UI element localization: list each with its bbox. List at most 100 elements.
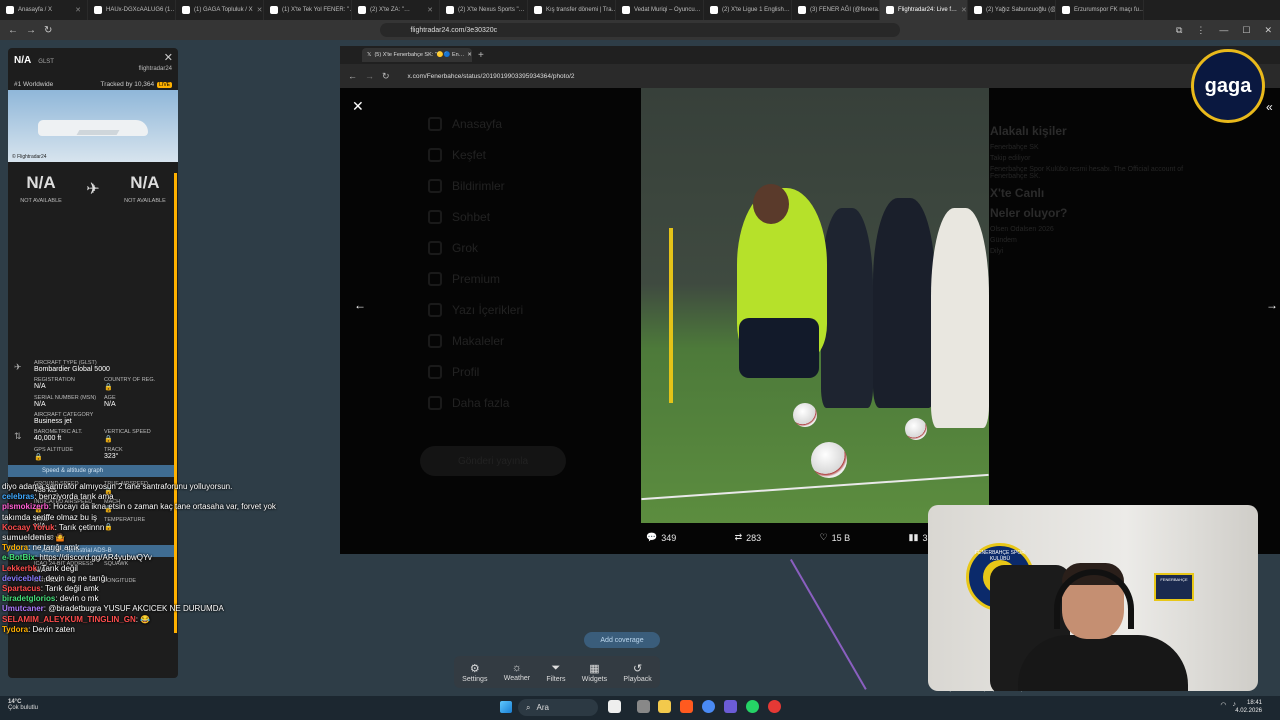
- chat-username[interactable]: Lekkerbk: [2, 564, 37, 573]
- chat-username[interactable]: Tydora: [2, 625, 28, 634]
- x-menu-item[interactable]: Profil: [428, 356, 598, 387]
- url-field[interactable]: flightradar24.com/3e30320c: [380, 23, 901, 37]
- tweet-photo[interactable]: [641, 88, 989, 523]
- chat-username[interactable]: Umutcaner: [2, 604, 44, 613]
- browser-tab[interactable]: flag-iconKış transfer dönemi | Tra…✕: [528, 0, 616, 20]
- browser-tab[interactable]: radar-icon Flightradar24: Live f…✕: [880, 0, 968, 20]
- widgets-button[interactable]: ▦ Widgets: [582, 662, 607, 683]
- minimize-icon[interactable]: —: [1219, 25, 1228, 36]
- new-tab-icon[interactable]: +: [478, 50, 484, 61]
- settings-button[interactable]: ⚙ Settings: [462, 662, 487, 683]
- weather-widget[interactable]: 14°C Çok bulutlu: [8, 699, 38, 711]
- terminal-icon[interactable]: [637, 700, 650, 713]
- chat-username[interactable]: e-BotBix: [2, 553, 35, 562]
- chrome-icon[interactable]: [702, 700, 715, 713]
- browser-tab[interactable]: x-icon(2) Yağız Sabuncuoğlu (@…✕: [968, 0, 1056, 20]
- close-icon[interactable]: ✕: [164, 51, 173, 64]
- discord-icon[interactable]: [724, 700, 737, 713]
- reload-icon[interactable]: ↻: [382, 71, 390, 82]
- prev-photo-icon[interactable]: ←: [354, 298, 366, 312]
- playback-button[interactable]: ↺ Playback: [623, 662, 651, 683]
- x-menu-item[interactable]: Keşfet: [428, 139, 598, 170]
- close-tab-icon[interactable]: ✕: [75, 6, 81, 14]
- close-window-icon[interactable]: ✕: [1264, 25, 1272, 36]
- folder-icon[interactable]: [658, 700, 671, 713]
- related-account[interactable]: Fenerbahçe SK: [990, 144, 1190, 151]
- x-tab[interactable]: 𝕏 (5) X'te Fenerbahçe SK: "🟡🔵 En… ✕: [362, 48, 472, 62]
- route-summary: N/A NOT AVAILABLE ✈ N/A NOT AVAILABLE: [8, 162, 178, 212]
- wifi-icon[interactable]: ◠: [1220, 701, 1226, 709]
- menu-icon[interactable]: ⋮: [1196, 25, 1205, 36]
- back-icon[interactable]: ←: [348, 71, 357, 81]
- chat-username[interactable]: celebras: [2, 492, 34, 501]
- speed-graph-toggle[interactable]: Speed & altitude graph: [8, 465, 174, 477]
- flag-icon: flag-icon: [622, 6, 630, 14]
- browser-tab[interactable]: x-icon (1) GAGA Topluluk / X ✕: [176, 0, 264, 20]
- trend-item[interactable]: Olsen Odalsen 2026: [990, 226, 1190, 233]
- like-button[interactable]: ♡ 15 B: [820, 532, 851, 543]
- x-menu-item[interactable]: Sohbet: [428, 201, 598, 232]
- whatsapp-icon[interactable]: [746, 700, 759, 713]
- trend-item[interactable]: Gündem: [990, 237, 1190, 244]
- start-button[interactable]: [500, 701, 512, 713]
- close-tab-icon[interactable]: ✕: [467, 52, 472, 58]
- close-tab-icon[interactable]: ✕: [427, 6, 433, 14]
- maximize-icon[interactable]: ☐: [1242, 25, 1250, 36]
- post-button[interactable]: Gönderi yayınla: [420, 446, 566, 476]
- close-tab-icon[interactable]: ✕: [961, 6, 967, 14]
- browser-tab[interactable]: flag-iconVedat Muriqi – Oyuncu…✕: [616, 0, 704, 20]
- file-explorer-icon[interactable]: [608, 700, 621, 713]
- browser-tab[interactable]: x-icon(1) X'te Tek Yol FENER: "…✕: [264, 0, 352, 20]
- add-coverage-button[interactable]: Add coverage: [584, 632, 660, 648]
- chat-username[interactable]: SELAMIM_ALEYKUM_TINGLIN_GN: [2, 615, 136, 624]
- back-icon[interactable]: ←: [8, 25, 18, 36]
- close-tab-icon[interactable]: ✕: [257, 6, 263, 14]
- chat-username[interactable]: sumueldenis: [2, 533, 51, 542]
- x-menu-item[interactable]: Anasayfa: [428, 108, 598, 139]
- fr-toolbar: ⚙ Settings ☼ Weather ⏷ Filters ▦ Widgets ↺ Playba…: [454, 656, 660, 688]
- chat-username[interactable]: Tydora: [2, 543, 28, 552]
- brave-icon[interactable]: [680, 700, 693, 713]
- aircraft-photo[interactable]: © Flightradar24: [8, 90, 178, 162]
- repost-button[interactable]: ⇄ 283: [735, 532, 762, 543]
- browser-tab[interactable]: x-icon Anasayfa / X ✕: [0, 0, 88, 20]
- serial: N/A: [34, 401, 46, 408]
- reload-icon[interactable]: ↻: [44, 25, 52, 36]
- browser-tab[interactable]: tv-iconErzurumspor FK maçı fu…✕: [1056, 0, 1144, 20]
- browser-tab[interactable]: x-icon(3) FENER AĞI (@fenera…✕: [792, 0, 880, 20]
- browser-tab[interactable]: x-icon(2) X'te Nexus Sports "…✕: [440, 0, 528, 20]
- chat-username[interactable]: plsmokizerb: [2, 502, 49, 511]
- browser-tab[interactable]: x-iconHAUx-DGXcAALUG6 (1…✕: [88, 0, 176, 20]
- reply-button[interactable]: 💬 349: [646, 532, 676, 543]
- x-url-field[interactable]: x.com/Fenerbahce/status/2019019903395934…: [408, 73, 575, 80]
- chat-username[interactable]: Kocaay Yoruk: [2, 523, 55, 532]
- x-menu-label: Keşfet: [452, 147, 487, 162]
- browser-tab[interactable]: x-icon(2) X'te Ligue 1 English…✕: [704, 0, 792, 20]
- x-right-column: Alakalı kişiler Fenerbahçe SK Takip edil…: [990, 118, 1190, 259]
- close-viewer-icon[interactable]: ✕: [352, 98, 364, 115]
- forward-icon[interactable]: →: [365, 71, 374, 81]
- forward-icon[interactable]: →: [26, 25, 36, 36]
- browser-tab[interactable]: x-icon (2) X'te ZA: "… ✕: [352, 0, 440, 20]
- x-menu-item[interactable]: Grok: [428, 232, 598, 263]
- chat-username[interactable]: biradetglorios: [2, 594, 55, 603]
- x-menu-item[interactable]: Bildirimler: [428, 170, 598, 201]
- stream-chat: diyo adama santrafor almıyosun 2 tane sa…: [2, 482, 332, 635]
- taskbar-clock[interactable]: 18:41 4.02.2026: [1235, 699, 1262, 715]
- x-menu-item[interactable]: Makaleler: [428, 325, 598, 356]
- chat-username[interactable]: Spartacus: [2, 584, 41, 593]
- taskbar-search[interactable]: ⌕ Ara: [518, 699, 598, 716]
- x-menu-item[interactable]: Yazı İçerikleri: [428, 294, 598, 325]
- trend-item[interactable]: Dilyi: [990, 248, 1190, 255]
- next-photo-icon[interactable]: →: [1266, 298, 1278, 312]
- collapse-icon[interactable]: «: [1266, 100, 1273, 114]
- extensions-icon[interactable]: ⧉: [1176, 25, 1182, 36]
- follow-button[interactable]: Takip ediliyor: [990, 155, 1190, 162]
- chat-username[interactable]: deviceblet: [2, 574, 41, 583]
- x-menu-item[interactable]: Daha fazla: [428, 387, 598, 418]
- toolbar-label: Widgets: [581, 675, 608, 683]
- weather-button[interactable]: ☼ Weather: [504, 662, 530, 682]
- obs-icon[interactable]: [768, 700, 781, 713]
- x-menu-item[interactable]: Premium: [428, 263, 598, 294]
- filters-button[interactable]: ⏷ Filters: [546, 662, 565, 683]
